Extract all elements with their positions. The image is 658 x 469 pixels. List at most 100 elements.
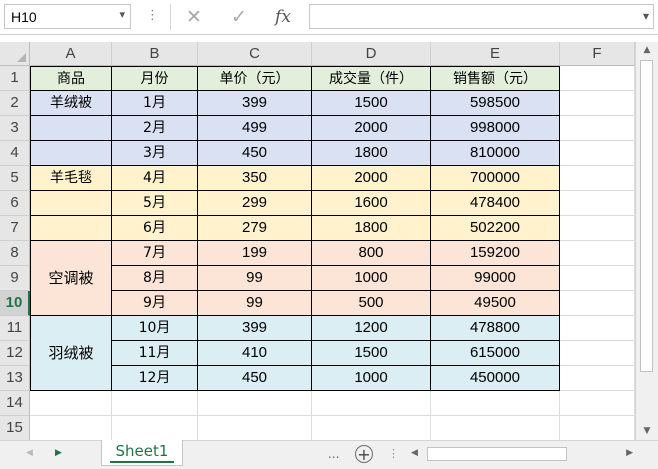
cell[interactable] [198, 416, 312, 441]
chevron-down-icon[interactable]: ▾ [643, 9, 649, 23]
cell[interactable] [312, 416, 431, 441]
cell[interactable] [30, 391, 112, 416]
month-cell[interactable]: 7月 [112, 241, 198, 266]
row-header-12[interactable]: 12 [0, 341, 30, 366]
row-header-8[interactable]: 8 [0, 241, 30, 266]
value-cell[interactable]: 598500 [431, 91, 560, 116]
more-options-icon[interactable]: ⋮ [146, 8, 159, 23]
cell[interactable] [560, 241, 635, 266]
value-cell[interactable]: 49500 [431, 291, 560, 316]
month-cell[interactable]: 3月 [112, 141, 198, 166]
cell[interactable] [560, 91, 635, 116]
insert-function-button[interactable]: fx [268, 5, 298, 29]
cell[interactable] [30, 416, 112, 441]
value-cell[interactable]: 1500 [312, 341, 431, 366]
table-header-cell[interactable]: 成交量（件） [312, 66, 431, 91]
cancel-icon[interactable]: ✕ [180, 5, 208, 29]
row-header-6[interactable]: 6 [0, 191, 30, 216]
month-cell[interactable]: 6月 [112, 216, 198, 241]
row-header-3[interactable]: 3 [0, 116, 30, 141]
month-cell[interactable]: 4月 [112, 166, 198, 191]
value-cell[interactable]: 99000 [431, 266, 560, 291]
value-cell[interactable]: 1600 [312, 191, 431, 216]
month-cell[interactable]: 12月 [112, 366, 198, 391]
enter-icon[interactable]: ✓ [225, 5, 253, 29]
split-handle-icon[interactable]: ⋮ [388, 447, 399, 460]
cell[interactable] [560, 341, 635, 366]
add-sheet-button[interactable]: + [355, 445, 373, 463]
cell[interactable] [560, 216, 635, 241]
value-cell[interactable]: 450000 [431, 366, 560, 391]
row-header-7[interactable]: 7 [0, 216, 30, 241]
value-cell[interactable]: 615000 [431, 341, 560, 366]
row-header-15[interactable]: 15 [0, 416, 30, 441]
cell[interactable] [312, 391, 431, 416]
value-cell[interactable]: 800 [312, 241, 431, 266]
value-cell[interactable]: 499 [198, 116, 312, 141]
value-cell[interactable]: 99 [198, 266, 312, 291]
sheet-tab[interactable]: Sheet1 [101, 440, 183, 466]
month-cell[interactable]: 2月 [112, 116, 198, 141]
cell[interactable] [112, 391, 198, 416]
value-cell[interactable]: 810000 [431, 141, 560, 166]
scroll-left-icon[interactable]: ◀ [411, 448, 418, 458]
row-header-1[interactable]: 1 [0, 66, 30, 91]
value-cell[interactable]: 1800 [312, 216, 431, 241]
column-header-a[interactable]: A [30, 42, 112, 66]
scroll-up-icon[interactable]: ▲ [636, 42, 658, 59]
product-cell[interactable] [30, 141, 112, 166]
table-header-cell[interactable]: 单价（元） [198, 66, 312, 91]
row-header-9[interactable]: 9 [0, 266, 30, 291]
value-cell[interactable]: 2000 [312, 166, 431, 191]
value-cell[interactable]: 279 [198, 216, 312, 241]
chevron-down-icon[interactable]: ▾ [119, 8, 125, 21]
scroll-down-icon[interactable]: ▼ [636, 423, 658, 440]
column-header-b[interactable]: B [112, 42, 198, 66]
column-header-d[interactable]: D [312, 42, 431, 66]
vertical-scrollbar[interactable]: ▲ ▼ [635, 42, 658, 440]
cell[interactable] [560, 166, 635, 191]
value-cell[interactable]: 998000 [431, 116, 560, 141]
product-cell[interactable] [30, 116, 112, 141]
row-header-2[interactable]: 2 [0, 91, 30, 116]
cell[interactable] [560, 316, 635, 341]
more-sheets-icon[interactable]: ... [328, 447, 339, 461]
cell[interactable] [560, 116, 635, 141]
horizontal-scrollbar[interactable]: ◀ ▶ [407, 445, 635, 464]
cell[interactable] [431, 391, 560, 416]
cell[interactable] [560, 266, 635, 291]
scroll-right-icon[interactable]: ▶ [626, 448, 633, 458]
value-cell[interactable]: 502200 [431, 216, 560, 241]
value-cell[interactable]: 1000 [312, 266, 431, 291]
product-cell[interactable]: 羊毛毯 [30, 166, 112, 191]
row-header-13[interactable]: 13 [0, 366, 30, 391]
row-header-4[interactable]: 4 [0, 141, 30, 166]
table-header-cell[interactable]: 月份 [112, 66, 198, 91]
table-header-cell[interactable]: 销售额（元） [431, 66, 560, 91]
value-cell[interactable]: 450 [198, 141, 312, 166]
row-header-14[interactable]: 14 [0, 391, 30, 416]
value-cell[interactable]: 478400 [431, 191, 560, 216]
value-cell[interactable]: 1200 [312, 316, 431, 341]
value-cell[interactable]: 1500 [312, 91, 431, 116]
table-header-cell[interactable]: 商品 [30, 66, 112, 91]
cell[interactable] [560, 366, 635, 391]
product-cell[interactable] [30, 191, 112, 216]
value-cell[interactable]: 1800 [312, 141, 431, 166]
value-cell[interactable]: 159200 [431, 241, 560, 266]
month-cell[interactable]: 5月 [112, 191, 198, 216]
cell[interactable] [560, 141, 635, 166]
column-header-c[interactable]: C [198, 42, 312, 66]
cell[interactable] [198, 391, 312, 416]
name-box[interactable]: H10 ▾ [4, 4, 131, 29]
value-cell[interactable]: 2000 [312, 116, 431, 141]
product-cell[interactable] [30, 216, 112, 241]
value-cell[interactable]: 199 [198, 241, 312, 266]
value-cell[interactable]: 350 [198, 166, 312, 191]
value-cell[interactable]: 500 [312, 291, 431, 316]
row-header-5[interactable]: 5 [0, 166, 30, 191]
scroll-thumb[interactable] [640, 60, 653, 372]
value-cell[interactable]: 450 [198, 366, 312, 391]
cell[interactable] [560, 291, 635, 316]
product-cell[interactable]: 空调被 [30, 241, 112, 316]
